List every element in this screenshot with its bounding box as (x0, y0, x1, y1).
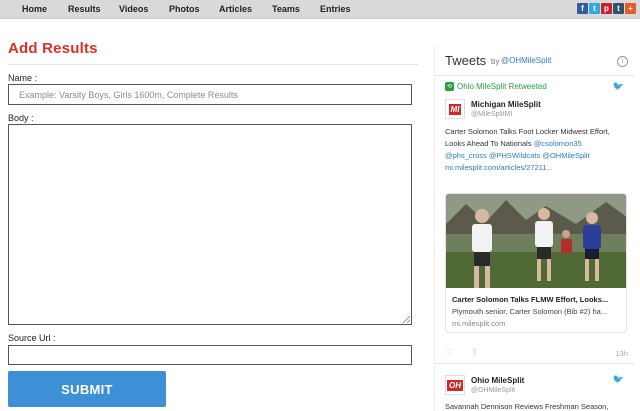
body-label: Body : (8, 113, 34, 123)
tweet-divider (435, 363, 635, 364)
tweet-text-segment: Looks Ahead To Nationals (445, 139, 534, 148)
tweet-link-card[interactable]: Carter Solomon Talks FLMW Effort, Looks.… (445, 193, 627, 333)
source-url-input[interactable] (8, 345, 412, 365)
retweet-label: Ohio MileSplit Retweeted (457, 82, 547, 91)
social-share-icons: f t p t + (577, 3, 636, 14)
tweet-author-name[interactable]: Michigan MileSplit (471, 100, 541, 109)
page-title: Add Results (8, 40, 98, 57)
card-domain: mi.milesplit.com (452, 319, 506, 328)
tweet-author-handle[interactable]: @MileSplitMI (471, 111, 512, 118)
info-icon[interactable]: i (617, 56, 628, 67)
tweet-text-line: Savannah Dennison Reviews Freshman Seaso… (445, 402, 609, 411)
retweet-icon: ⟲ (445, 82, 454, 91)
avatar[interactable]: MI (445, 99, 465, 119)
nav-entries[interactable]: Entries (320, 4, 351, 14)
tweet-text-line: Looks Ahead To Nationals @csolomon35 (445, 139, 582, 148)
widget-divider (435, 75, 635, 76)
title-divider (8, 64, 418, 65)
name-placeholder: Example: Varsity Boys, Girls 1600m, Comp… (19, 90, 238, 100)
nav-teams[interactable]: Teams (272, 4, 300, 14)
source-url-label: Source Url : (8, 333, 56, 343)
article-url-link[interactable]: mi.milesplit.com/articles/27211... (445, 163, 553, 172)
facebook-icon[interactable]: f (577, 3, 588, 14)
tweet-timestamp[interactable]: 13h (615, 349, 628, 358)
widget-title: Tweets (445, 53, 487, 68)
twitter-bird-icon[interactable]: 🐦 (613, 81, 624, 92)
resize-handle-icon[interactable] (403, 316, 410, 323)
twitter-timeline-widget: Tweets by @OHMileSplit i ⟲ Ohio MileSpli… (434, 45, 635, 411)
body-textarea[interactable] (8, 124, 412, 325)
nav-articles[interactable]: Articles (219, 4, 252, 14)
top-nav-bar: Home Results Videos Photos Articles Team… (0, 0, 640, 19)
nav-results[interactable]: Results (68, 4, 101, 14)
tweet-text-line: Carter Solomon Talks Foot Locker Midwest… (445, 127, 610, 136)
avatar[interactable]: OH (445, 375, 465, 395)
twitter-bird-icon[interactable]: 🐦 (613, 374, 624, 385)
mention-links[interactable]: @phs_cross @PHSWildcats @OHMileSplit (445, 151, 590, 160)
tumblr-icon[interactable]: t (613, 3, 624, 14)
nav-photos[interactable]: Photos (169, 4, 200, 14)
card-title: Carter Solomon Talks FLMW Effort, Looks.… (452, 295, 609, 304)
widget-by: by (491, 57, 500, 66)
mention-link[interactable]: @csolomon35 (534, 139, 582, 148)
twitter-icon[interactable]: t (589, 3, 600, 14)
tweet-author-handle[interactable]: @OHMileSplit (471, 387, 515, 394)
card-description: Plymouth senior, Carter Solomon (Bib #2)… (452, 307, 608, 316)
tweet-author-name[interactable]: Ohio MileSplit (471, 376, 524, 385)
name-input[interactable]: Example: Varsity Boys, Girls 1600m, Comp… (8, 84, 412, 105)
name-label: Name : (8, 73, 38, 83)
plus-icon[interactable]: + (625, 3, 636, 14)
nav-home[interactable]: Home (22, 4, 47, 14)
widget-handle-link[interactable]: @OHMileSplit (501, 56, 551, 65)
share-icon[interactable]: ⇪ (471, 347, 479, 358)
nav-videos[interactable]: Videos (119, 4, 148, 14)
submit-button[interactable]: SUBMIT (8, 371, 166, 407)
pinterest-icon[interactable]: p (601, 3, 612, 14)
runners-photo (446, 194, 626, 288)
like-icon[interactable]: ♡ (445, 347, 453, 358)
